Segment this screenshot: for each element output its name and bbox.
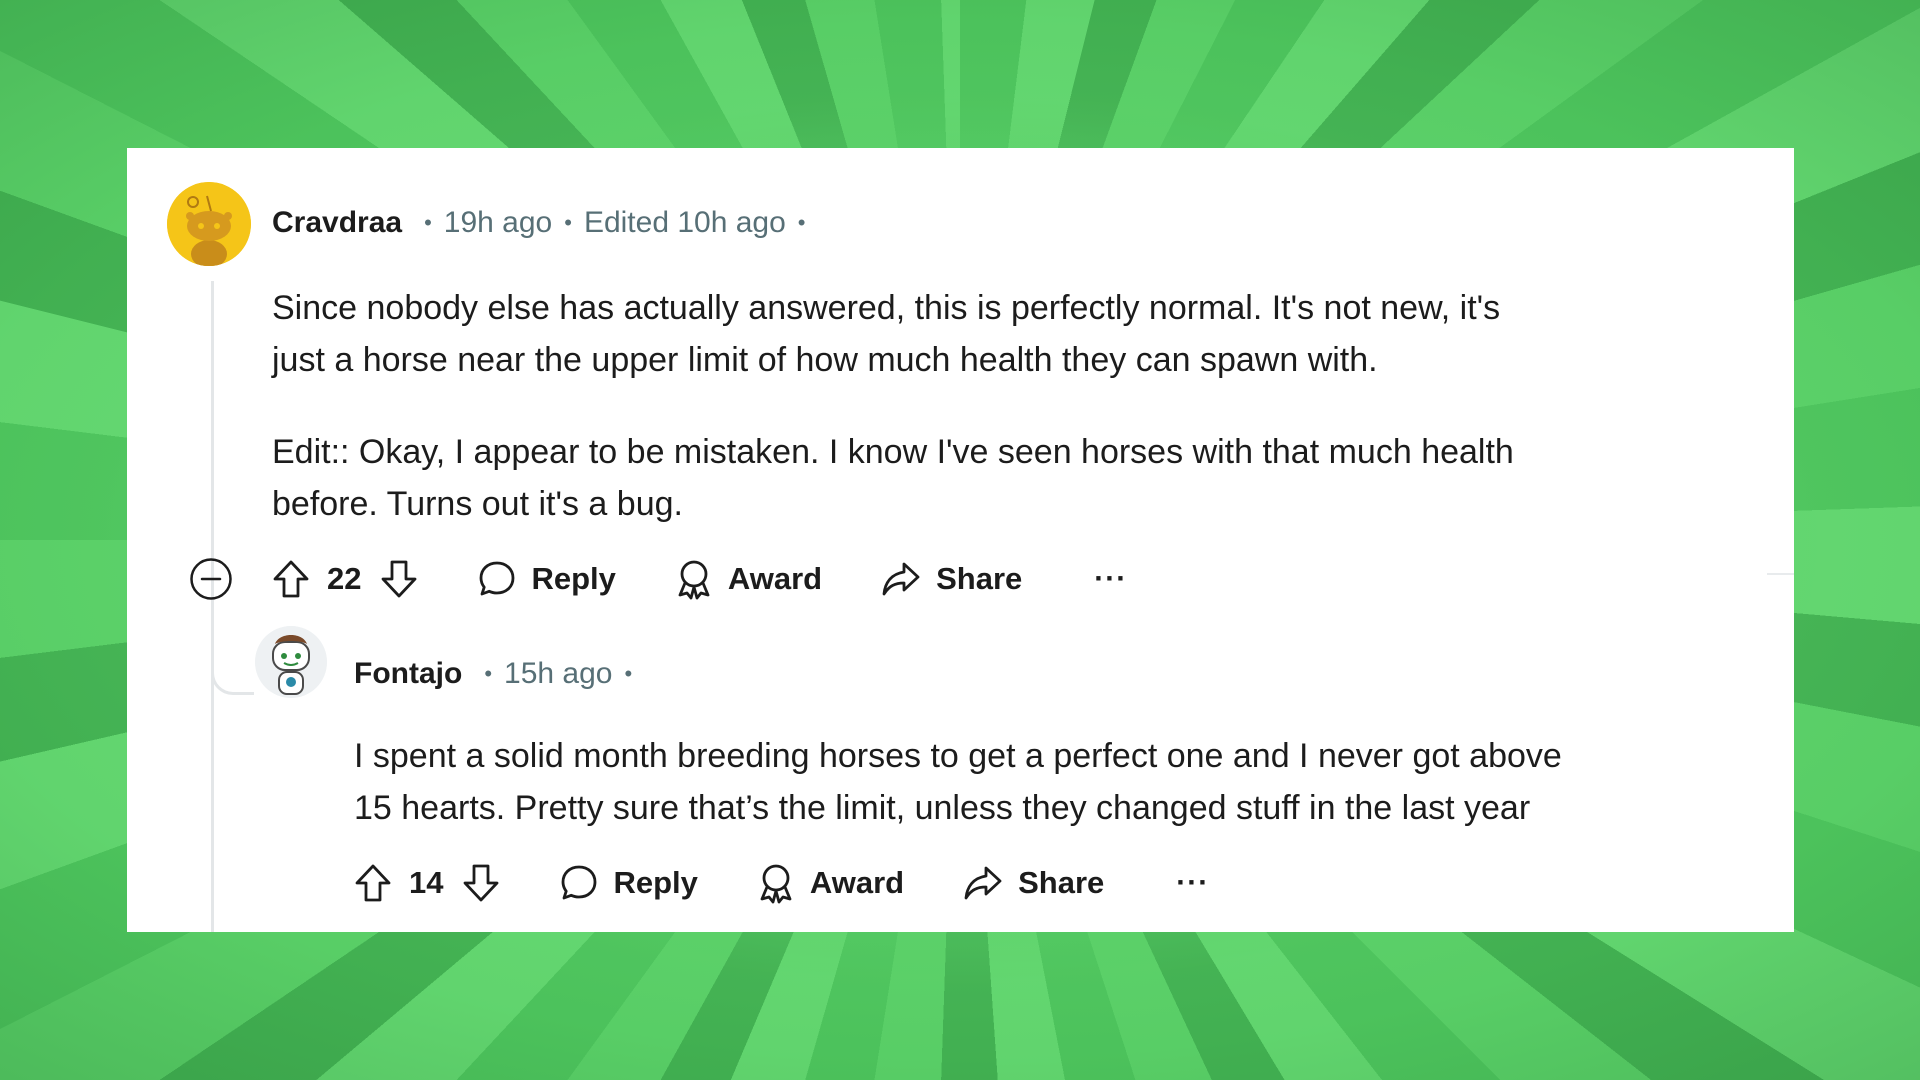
separator-dot: •	[564, 210, 572, 235]
comment-text-line: just a horse near the upper limit of how…	[272, 341, 1378, 379]
reply-body-paragraph: I spent a solid month breeding horses to…	[354, 730, 1562, 834]
share-arrow-icon	[882, 562, 920, 596]
comment-body-paragraph: Edit:: Okay, I appear to be mistaken. I …	[272, 426, 1514, 530]
timestamp[interactable]: 15h ago	[504, 657, 612, 691]
upvote-button[interactable]	[271, 558, 311, 600]
comment-text-line: Edit:: Okay, I appear to be mistaken. I …	[272, 433, 1514, 471]
more-options-button[interactable]: ···	[1176, 866, 1209, 900]
reply-text-line: 15 hearts. Pretty sure that’s the limit,…	[354, 789, 1531, 827]
username[interactable]: Cravdraa	[272, 206, 402, 240]
downvote-button[interactable]	[461, 862, 501, 904]
share-label: Share	[936, 561, 1023, 596]
reply-button[interactable]: Reply	[559, 863, 698, 903]
comment-meta: Cravdraa • 19h ago • Edited 10h ago •	[272, 203, 817, 243]
edited-label: Edited 10h ago	[583, 206, 786, 239]
award-button[interactable]: Award	[674, 558, 822, 600]
timestamp[interactable]: 19h ago	[444, 206, 552, 240]
award-label: Award	[727, 561, 823, 596]
separator-dot: •	[424, 210, 432, 235]
vote-count: 22	[327, 561, 362, 596]
vote-count: 14	[409, 865, 444, 900]
upvote-arrow-icon	[355, 864, 391, 902]
award-button[interactable]: Award	[756, 862, 904, 904]
award-ribbon-icon	[678, 560, 710, 600]
share-arrow-icon	[964, 866, 1002, 900]
comment-thread-card: Cravdraa • 19h ago • Edited 10h ago • Si…	[127, 148, 1794, 932]
award-ribbon-icon	[760, 864, 792, 904]
speech-bubble-icon	[562, 865, 597, 900]
snoo-avatar-icon	[255, 626, 327, 698]
thread-line[interactable]	[211, 281, 214, 932]
share-label: Share	[1018, 865, 1105, 900]
downvote-arrow-icon	[382, 560, 417, 598]
upvote-arrow-icon	[273, 560, 309, 598]
downvote-button[interactable]	[379, 558, 419, 600]
snoo-avatar-icon	[167, 182, 251, 266]
divider	[1767, 573, 1794, 575]
reply-actions: 14 Reply Award Share ···	[353, 855, 1209, 911]
speech-bubble-icon	[480, 561, 515, 596]
comment-text-line: Since nobody else has actually answered,…	[272, 289, 1501, 327]
reply-text-line: I spent a solid month breeding horses to…	[354, 737, 1562, 775]
separator-dot: •	[484, 661, 493, 686]
comment-text-line: before. Turns out it's a bug.	[272, 485, 683, 523]
separator-dot: •	[624, 661, 633, 686]
reply-button[interactable]: Reply	[477, 559, 616, 599]
more-options-button[interactable]: ···	[1094, 562, 1127, 596]
share-button[interactable]: Share	[962, 863, 1104, 903]
username[interactable]: Fontajo	[354, 657, 462, 691]
separator-dot: •	[797, 210, 806, 235]
reply-meta: Fontajo • 15h ago •	[354, 654, 644, 694]
comment-actions: 22 Reply Award Share ···	[271, 551, 1127, 607]
upvote-button[interactable]	[353, 862, 393, 904]
share-button[interactable]: Share	[880, 559, 1022, 599]
reply-label: Reply	[531, 561, 616, 596]
avatar[interactable]	[167, 182, 251, 266]
reply-thread-connector	[211, 648, 254, 695]
award-label: Award	[809, 865, 905, 900]
downvote-arrow-icon	[464, 864, 499, 902]
collapse-minus-icon	[190, 558, 232, 600]
comment-body-paragraph: Since nobody else has actually answered,…	[272, 282, 1500, 386]
collapse-button[interactable]	[189, 557, 233, 601]
reply-label: Reply	[613, 865, 698, 900]
avatar[interactable]	[255, 626, 327, 698]
